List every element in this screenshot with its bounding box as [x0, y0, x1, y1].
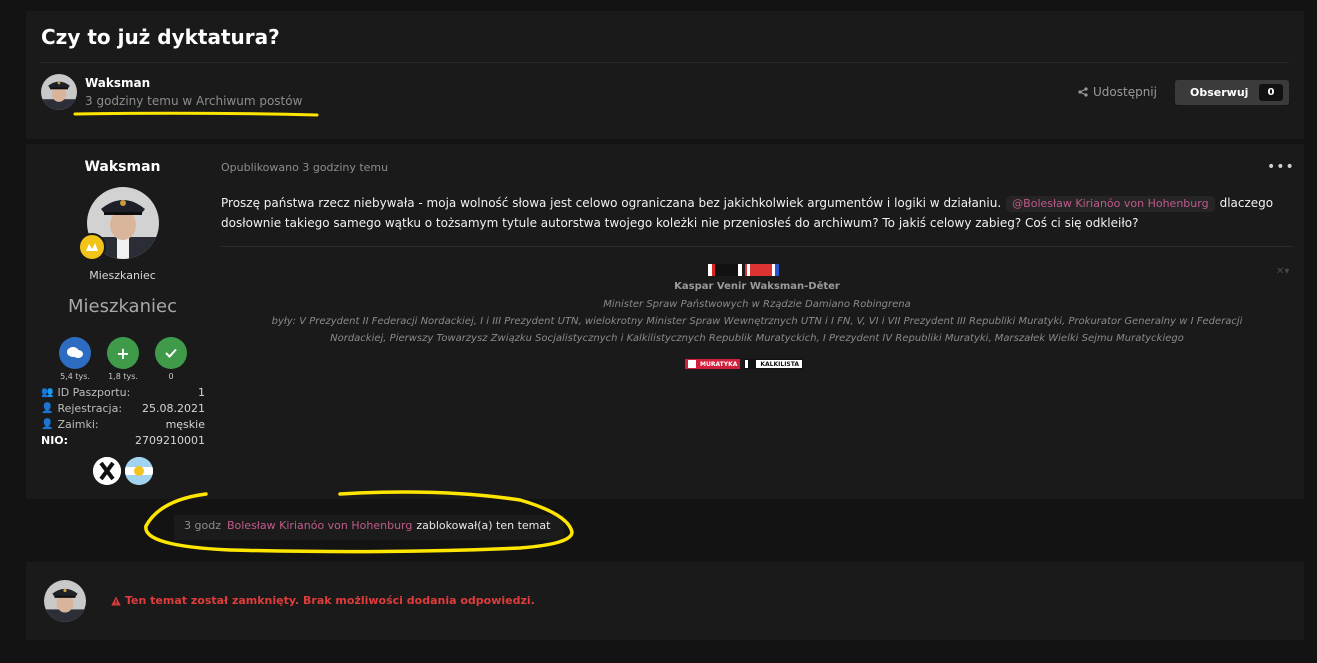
profile-field: 👤 Zaimki: męskie: [41, 417, 205, 431]
stat-reputation: + 1,8 tys.: [105, 337, 141, 381]
stat-posts: 5,4 tys.: [57, 337, 93, 381]
signature-ribbons: [708, 264, 779, 276]
avatar[interactable]: [41, 74, 77, 110]
topic-closed-notice: Ten temat został zamknięty. Brak możliwo…: [26, 562, 1304, 640]
profile-field: 👤 Rejestracja: 25.08.2021: [41, 401, 205, 415]
stat-value: 0: [168, 372, 174, 381]
signature-badge: MURATYKA: [685, 359, 741, 369]
stat-value: 1,8 tys.: [108, 372, 138, 381]
signature-name: Kaspar Venir Waksman-Děter: [674, 281, 840, 292]
share-label: Udostępnij: [1093, 85, 1157, 99]
follow-count: 0: [1259, 84, 1283, 101]
profile-fields: 👥 ID Paszportu: 1 👤 Rejestracja: 25.08.202…: [41, 384, 205, 448]
follow-button[interactable]: Obserwuj 0: [1175, 80, 1289, 105]
post-menu-icon[interactable]: •••: [1267, 159, 1295, 175]
signature-divider: [221, 246, 1293, 247]
page-title: Czy to już dyktatura?: [41, 25, 280, 49]
user-icon: 👥: [41, 386, 54, 398]
rank-title-small: Mieszkaniec: [89, 269, 156, 282]
closed-message: Ten temat został zamknięty. Brak możliwo…: [111, 594, 535, 607]
comments-icon: [59, 337, 91, 369]
follow-label: Obserwuj: [1190, 86, 1249, 99]
signature-badge: KALKILISTA: [744, 359, 804, 369]
profile-field: NIO: 2709210001: [41, 433, 205, 447]
highlight-underline: [73, 111, 319, 117]
post-author-name[interactable]: Waksman: [26, 159, 219, 175]
post-content: Proszę państwa rzecz niebywała - moja wo…: [221, 194, 1296, 233]
cross-badge-icon[interactable]: [93, 457, 121, 485]
share-icon: [1078, 87, 1088, 97]
post: Waksman Mieszkaniec Mieszkaniec 5,4 tys.…: [26, 144, 1304, 499]
topic-meta: 3 godziny temu w Archiwum postów: [85, 94, 303, 108]
topic-header: Czy to już dyktatura? Waksman 3 godziny …: [26, 11, 1304, 139]
ribbon-icon: [745, 264, 779, 276]
sun-badge-icon[interactable]: [125, 457, 153, 485]
rank-title-large: Mieszkaniec: [68, 296, 177, 317]
user-plus-icon: 👤: [41, 402, 54, 414]
post-date: Opublikowano 3 godziny temu: [221, 161, 389, 174]
post-text: Proszę państwa rzecz niebywała - moja wo…: [221, 196, 1002, 210]
share-button[interactable]: Udostępnij: [1078, 85, 1157, 99]
profile-field: 👥 ID Paszportu: 1: [41, 385, 205, 399]
flag-icon: [748, 360, 757, 368]
stat-value: 5,4 tys.: [60, 372, 90, 381]
current-user-avatar: [44, 580, 86, 622]
plus-icon: +: [107, 337, 139, 369]
check-icon: [155, 337, 187, 369]
signature-line: Nordackiej, Pierwszy Towarzysz Związku S…: [330, 333, 1184, 344]
warning-icon: [111, 596, 121, 605]
hide-signature-icon[interactable]: ✕▾: [1276, 266, 1289, 277]
stat-solutions: 0: [153, 337, 189, 381]
signature-badges: MURATYKA KALKILISTA: [685, 359, 804, 369]
divider: [41, 62, 1289, 63]
rank-badge-icon: [78, 233, 106, 261]
signature-line: Minister Spraw Państwowych w Rządzie Dam…: [603, 299, 911, 310]
ribbon-icon: [708, 264, 742, 276]
signature-line: były: V Prezydent II Federacji Nordackie…: [271, 316, 1243, 327]
flag-icon: [688, 360, 696, 368]
user-icon: 👤: [41, 418, 54, 430]
highlight-circle: [144, 490, 574, 554]
topic-author-link[interactable]: Waksman: [85, 76, 150, 90]
mention-link[interactable]: @Bolesław Kirianóo von Hohenburg: [1006, 196, 1215, 212]
